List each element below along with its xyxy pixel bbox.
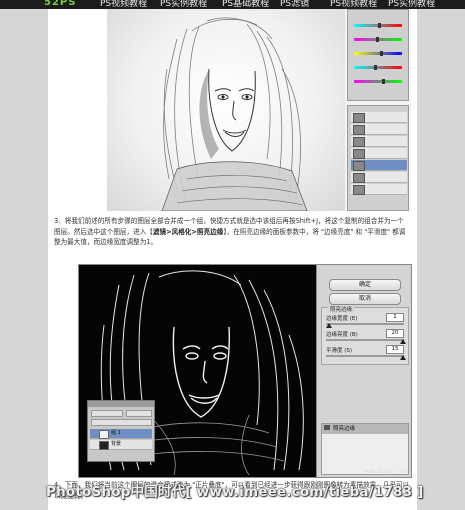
layer-row[interactable] [351,148,407,159]
effect-layer-row[interactable]: 照亮边缘 [322,424,408,434]
layer-row[interactable] [351,172,407,183]
cancel-button[interactable]: 取消 [329,293,401,305]
glowing-edges-settings: 照亮边缘 边缘宽度 (E) 1 边缘亮度 (B) 20 平滑度 (S) 15 [321,305,409,365]
edge-brightness-label: 边缘亮度 (B) [326,332,358,338]
cyan-slider-knob[interactable] [374,65,377,70]
ok-button[interactable]: 确定 [329,279,401,291]
layers-palette[interactable]: 组 1 背景 [87,400,155,462]
site-watermark: PhotoShop中国时代[ www.imeee.com/tieba/1783 … [46,484,424,500]
layers-palette-titlebar[interactable] [88,401,154,407]
eye-icon[interactable] [324,425,330,430]
image-caption: www.52ps.com [363,468,407,475]
magenta-slider[interactable] [354,79,402,84]
layer-thumbnail [353,149,365,159]
green-slider-knob[interactable] [376,37,379,42]
edge-brightness-param[interactable]: 边缘亮度 (B) 20 [326,329,406,344]
pencil-sketch-image [107,9,345,211]
layer-thumbnail [353,125,365,135]
layer-thumbnail [353,185,365,195]
smoothness-label: 平滑度 (S) [326,348,353,354]
layers-panel[interactable] [347,105,409,211]
fill-lock-row[interactable] [91,419,152,426]
top-navigation: 52PS PS视频教程 PS实例教程 PS基础教程 PS滤镜 PS视频教程 PS… [0,0,465,9]
edge-brightness-track[interactable] [326,339,404,341]
edge-width-param[interactable]: 边缘宽度 (E) 1 [326,313,406,328]
edge-brightness-slider-handle[interactable] [400,339,406,344]
magenta-slider-knob[interactable] [382,79,385,84]
right-page-margin [417,0,465,510]
edge-brightness-input[interactable]: 20 [386,329,404,338]
red-slider[interactable] [354,23,402,28]
layer-row[interactable]: 背景 [90,440,152,450]
edge-width-track[interactable] [326,323,404,325]
filter-dialog-panel: 确定 取消 照亮边缘 边缘宽度 (E) 1 边缘亮度 (B) 20 平滑度 (S… [316,265,411,477]
nav-item-4[interactable]: PS滤镜 [280,0,309,9]
layer-row[interactable] [351,136,407,147]
nav-item-3[interactable]: PS基础教程 [222,0,269,9]
layer-thumbnail [99,430,109,439]
red-slider-knob[interactable] [378,23,381,28]
layer-name: 背景 [111,441,122,447]
filter-menu-path: 滤镜>风格化>照亮边缘 [152,227,224,236]
sketch-screenshot [107,9,411,211]
nav-item-2[interactable]: PS实例教程 [160,0,207,9]
layer-thumbnail [353,137,365,147]
blue-slider[interactable] [354,51,402,56]
smoothness-param[interactable]: 平滑度 (S) 15 [326,345,406,360]
blend-mode-select[interactable] [91,410,123,417]
layer-name: 组 1 [111,430,121,436]
sketch-portrait-drawing [161,17,308,211]
nav-item-6[interactable]: PS实例教程 [388,0,435,9]
settings-group-title: 照亮边缘 [328,305,355,313]
layer-row[interactable] [351,184,407,195]
nav-item-1[interactable]: PS视频教程 [100,0,147,9]
color-adjustment-panel[interactable] [347,9,409,101]
cyan-slider[interactable] [354,65,402,70]
edge-width-label: 边缘宽度 (E) [326,316,358,322]
edge-width-slider-handle[interactable] [326,323,332,328]
layer-row[interactable] [351,124,407,135]
opacity-field[interactable] [126,410,152,417]
left-page-margin [0,0,48,510]
layer-thumbnail [99,441,109,450]
layer-row-selected[interactable] [351,160,407,171]
green-slider[interactable] [354,37,402,42]
smoothness-input[interactable]: 15 [386,345,404,354]
smoothness-track[interactable] [326,355,404,357]
layer-row-selected[interactable]: 组 1 [90,429,152,439]
nav-item-5[interactable]: PS视频教程 [330,0,377,9]
edge-width-input[interactable]: 1 [386,313,404,322]
glowing-edges-screenshot: 组 1 背景 确定 取消 照亮边缘 边缘宽度 (E) 1 边缘亮度 (B) 20 [78,264,412,478]
layer-row[interactable] [351,112,407,123]
effect-layer-label: 照亮边缘 [333,426,356,432]
layer-thumbnail [353,161,365,171]
site-logo[interactable]: 52PS [44,0,76,8]
layer-thumbnail [353,173,365,183]
blue-slider-knob[interactable] [380,51,383,56]
smoothness-slider-handle[interactable] [400,355,406,360]
step-paragraph: 3、将我们前述的所有步骤的图层全部合并成一个组，快捷方式就是选中该组后再按Shi… [54,216,410,248]
layer-thumbnail [353,113,365,123]
